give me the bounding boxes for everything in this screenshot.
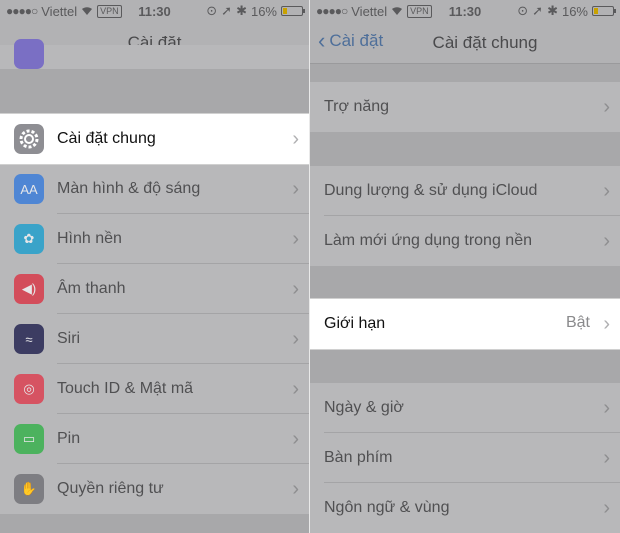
general-item-background-refresh[interactable]: Làm mới ứng dụng trong nền › xyxy=(310,216,620,266)
settings-item-sounds[interactable]: ◀) Âm thanh › xyxy=(0,264,309,314)
general-item-restrictions[interactable]: Giới hạn Bật › xyxy=(310,299,620,349)
bluetooth-icon: ✱ xyxy=(236,3,247,18)
general-item-label: Làm mới ứng dụng trong nền xyxy=(324,232,532,249)
chevron-right-icon: › xyxy=(603,497,610,519)
status-bar: ●●●●○ Viettel VPN 11:30 ⊙ ➚ ✱ 16% xyxy=(310,0,620,22)
speaker-icon: ◀) xyxy=(14,274,44,304)
chevron-right-icon: › xyxy=(292,378,299,400)
battery-icon xyxy=(281,6,305,16)
settings-item-display[interactable]: AA Màn hình & độ sáng › xyxy=(0,164,309,214)
settings-item-label: Cài đặt chung xyxy=(57,130,156,147)
chevron-right-icon: › xyxy=(603,230,610,252)
chevron-right-icon: › xyxy=(292,478,299,500)
general-item-label: Ngôn ngữ & vùng xyxy=(324,499,450,516)
app-icon xyxy=(14,39,44,69)
settings-item-label: Touch ID & Mật mã xyxy=(57,380,194,397)
battery-percent: 16% xyxy=(250,3,277,19)
chevron-right-icon: › xyxy=(603,447,610,469)
general-item-label: Trợ năng xyxy=(324,98,390,115)
chevron-right-icon: › xyxy=(292,428,299,450)
general-item-label: Ngày & giờ xyxy=(324,399,404,416)
settings-item-label: Siri xyxy=(57,330,81,347)
signal-strength: ●●●●○ xyxy=(6,4,38,18)
settings-item-battery[interactable]: ▭ Pin › xyxy=(0,414,309,464)
settings-screen: ●●●●○ Viettel VPN 11:30 ⊙ ➚ ✱ 16% Cài đặ… xyxy=(0,0,309,533)
settings-item-siri[interactable]: ≈ Siri › xyxy=(0,314,309,364)
settings-item-label: Màn hình & độ sáng xyxy=(57,180,201,197)
settings-item-label: Âm thanh xyxy=(57,280,126,297)
general-item-label: Dung lượng & sử dụng iCloud xyxy=(324,182,538,199)
general-settings-screen: ●●●●○ Viettel VPN 11:30 ⊙ ➚ ✱ 16% ‹ Cài … xyxy=(310,0,620,533)
battery-icon xyxy=(592,6,616,16)
status-bar: ●●●●○ Viettel VPN 11:30 ⊙ ➚ ✱ 16% xyxy=(0,0,309,22)
chevron-right-icon: › xyxy=(292,178,299,200)
fingerprint-icon: ◎ xyxy=(14,374,44,404)
settings-item-general[interactable]: Cài đặt chung › xyxy=(0,114,309,164)
chevron-right-icon: › xyxy=(603,180,610,202)
text-size-icon: AA xyxy=(14,174,44,204)
location-icon: ➚ xyxy=(221,3,233,18)
vpn-badge: VPN xyxy=(407,4,432,18)
general-item-keyboard[interactable]: Bàn phím › xyxy=(310,433,620,483)
bluetooth-icon: ✱ xyxy=(547,3,558,18)
chevron-right-icon: › xyxy=(292,278,299,300)
wifi-icon xyxy=(391,4,403,19)
general-item-label: Giới hạn xyxy=(324,315,386,332)
nav-bar: ‹ Cài đặt Cài đặt chung xyxy=(310,22,620,64)
flower-icon: ✿ xyxy=(14,224,44,254)
chevron-right-icon: › xyxy=(292,128,299,150)
rotation-lock-icon: ⊙ xyxy=(206,3,218,18)
carrier-name: Viettel xyxy=(41,3,78,19)
settings-item-privacy[interactable]: ✋ Quyền riêng tư › xyxy=(0,464,309,514)
page-title: Cài đặt chung xyxy=(432,33,538,52)
chevron-right-icon: › xyxy=(292,228,299,250)
rotation-lock-icon: ⊙ xyxy=(517,3,529,18)
vpn-badge: VPN xyxy=(97,4,122,18)
gear-icon xyxy=(14,124,44,154)
siri-icon: ≈ xyxy=(14,324,44,354)
location-icon: ➚ xyxy=(532,3,544,18)
restrictions-status: Bật xyxy=(565,314,590,331)
chevron-right-icon: › xyxy=(603,96,610,118)
chevron-right-icon: › xyxy=(603,313,610,335)
wifi-icon xyxy=(81,4,93,19)
general-item-date-time[interactable]: Ngày & giờ › xyxy=(310,383,620,433)
signal-strength: ●●●●○ xyxy=(316,4,348,18)
settings-item-label: Pin xyxy=(57,430,81,447)
chevron-right-icon: › xyxy=(292,328,299,350)
settings-item-touch-id[interactable]: ◎ Touch ID & Mật mã › xyxy=(0,364,309,414)
general-item-label: Bàn phím xyxy=(324,449,393,466)
settings-item-label: Hình nền xyxy=(57,230,122,247)
hand-icon: ✋ xyxy=(14,474,44,504)
settings-item-wallpaper[interactable]: ✿ Hình nền › xyxy=(0,214,309,264)
general-item-storage[interactable]: Dung lượng & sử dụng iCloud › xyxy=(310,166,620,216)
chevron-left-icon: ‹ xyxy=(318,28,326,53)
battery-icon: ▭ xyxy=(14,424,44,454)
general-item-language-region[interactable]: Ngôn ngữ & vùng › xyxy=(310,483,620,533)
battery-percent: 16% xyxy=(561,3,588,19)
list-item-partial[interactable] xyxy=(0,39,309,69)
general-item-accessibility[interactable]: Trợ năng › xyxy=(310,82,620,132)
carrier-name: Viettel xyxy=(351,3,388,19)
settings-item-label: Quyền riêng tư xyxy=(57,480,164,497)
chevron-right-icon: › xyxy=(603,397,610,419)
